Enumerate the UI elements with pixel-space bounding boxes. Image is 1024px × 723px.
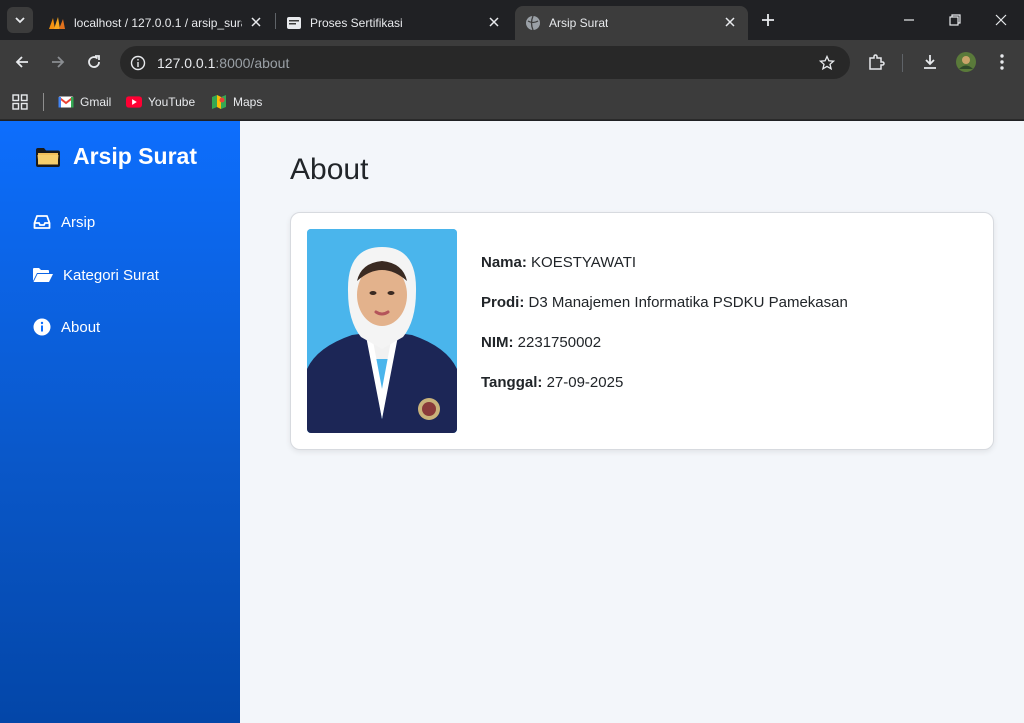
inbox-icon (32, 213, 52, 231)
nim-label: NIM: (481, 334, 514, 351)
tab-title: localhost / 127.0.0.1 / arsip_surat (74, 16, 242, 30)
download-icon (924, 55, 936, 69)
profile-row-tanggal: Tanggal: 27-09-2025 (481, 374, 848, 414)
profile-card: Nama: KOESTYAWATI Prodi: D3 Manajemen In… (290, 212, 994, 450)
tanggal-value: 27-09-2025 (546, 374, 624, 391)
folder-open-icon (32, 266, 54, 284)
bookmarks-separator (43, 93, 44, 111)
nim-value: 2231750002 (517, 334, 602, 351)
profile-photo (307, 229, 457, 433)
sidebar-item-label: About (61, 318, 101, 336)
nama-value: KOESTYAWATI (531, 254, 637, 271)
gmail-icon (58, 94, 74, 110)
prodi-value: D3 Manajemen Informatika PSDKU Pamekasan (528, 294, 848, 311)
url-host: 127.0.0.1 (157, 55, 216, 71)
tab-phpmyadmin[interactable]: localhost / 127.0.0.1 / arsip_surat (38, 6, 274, 40)
apps-grid-icon[interactable] (12, 94, 28, 110)
arrow-right-icon (52, 56, 65, 68)
toolbar-divider (902, 54, 903, 72)
sidebar-item-kategori-surat[interactable]: Kategori Surat (32, 266, 159, 284)
nama-label: Nama: (481, 254, 527, 271)
profile-row-prodi: Prodi: D3 Manajemen Informatika PSDKU Pa… (481, 294, 848, 334)
maps-icon (211, 94, 227, 110)
url-path: :8000/about (215, 55, 290, 71)
document-icon (287, 17, 301, 29)
sidebar-item-about[interactable]: About (32, 318, 100, 336)
profile-row-nama: Nama: KOESTYAWATI (481, 254, 848, 294)
browser-toolbar: 127.0.0.1:8000/about (0, 40, 1024, 85)
url-text[interactable]: 127.0.0.1:8000/about (157, 55, 289, 71)
avatar-icon (956, 52, 976, 72)
close-icon (995, 14, 1007, 26)
close-tab-icon[interactable] (486, 14, 502, 30)
tanggal-label: Tanggal: (481, 374, 543, 391)
back-button[interactable] (11, 51, 33, 73)
bookmark-gmail[interactable]: Gmail (58, 92, 111, 112)
tab-arsip-surat[interactable]: Arsip Surat (515, 6, 748, 40)
brand[interactable]: Arsip Surat (34, 143, 197, 170)
reload-icon (88, 55, 100, 68)
tab-proses-sertifikasi[interactable]: Proses Sertifikasi (276, 6, 512, 40)
info-icon (32, 318, 52, 336)
sidebar-item-arsip[interactable]: Arsip (32, 213, 95, 231)
downloads-button[interactable] (919, 51, 941, 73)
address-bar[interactable]: 127.0.0.1:8000/about (120, 46, 850, 79)
globe-icon (526, 15, 540, 31)
profile-info: Nama: KOESTYAWATI Prodi: D3 Manajemen In… (481, 254, 848, 414)
extensions-button[interactable] (865, 51, 887, 73)
page-viewport: Arsip Surat Arsip Kategori Surat About A… (0, 121, 1024, 723)
bookmark-label: Gmail (80, 95, 112, 109)
minimize-icon (904, 19, 914, 21)
tab-search-button[interactable] (7, 7, 33, 33)
reload-button[interactable] (83, 51, 105, 73)
close-tab-icon[interactable] (248, 14, 264, 30)
minimize-button[interactable] (897, 8, 921, 32)
restore-icon (949, 14, 961, 26)
brand-title: Arsip Surat (73, 143, 197, 169)
close-window-button[interactable] (989, 8, 1013, 32)
profile-row-nim: NIM: 2231750002 (481, 334, 848, 374)
menu-button[interactable] (991, 51, 1013, 73)
kebab-menu-icon (1000, 54, 1004, 70)
new-tab-button[interactable] (758, 10, 778, 30)
bookmark-maps[interactable]: Maps (211, 92, 262, 112)
bookmark-label: Maps (233, 95, 263, 109)
bookmark-label: YouTube (148, 95, 196, 109)
arrow-left-icon (15, 56, 28, 68)
sidebar-item-label: Arsip (61, 213, 96, 231)
sidebar-item-label: Kategori Surat (63, 266, 159, 284)
profile-avatar[interactable] (955, 51, 977, 73)
tab-title: Arsip Surat (549, 16, 609, 30)
sidebar: Arsip Surat Arsip Kategori Surat About (0, 121, 240, 723)
tab-title: Proses Sertifikasi (310, 16, 403, 30)
site-info-icon[interactable] (128, 53, 148, 73)
forward-button[interactable] (47, 51, 69, 73)
plus-icon (762, 14, 774, 26)
puzzle-icon (869, 54, 885, 70)
phpmyadmin-icon (49, 17, 65, 29)
tab-strip: localhost / 127.0.0.1 / arsip_surat Pros… (0, 0, 1024, 40)
folder-icon (36, 147, 60, 167)
youtube-icon (126, 94, 142, 110)
prodi-label: Prodi: (481, 294, 525, 311)
close-tab-icon[interactable] (722, 14, 738, 30)
page-title: About (290, 153, 369, 186)
bookmarks-bar: Gmail YouTube Maps (0, 85, 1024, 120)
restore-button[interactable] (943, 8, 967, 32)
main-content: About Nama: KOESTYAWATI Prodi: D3 Manaje… (240, 121, 1024, 723)
bookmark-youtube[interactable]: YouTube (126, 92, 195, 112)
chevron-down-icon (15, 17, 25, 24)
bookmark-star-icon[interactable] (818, 54, 836, 72)
